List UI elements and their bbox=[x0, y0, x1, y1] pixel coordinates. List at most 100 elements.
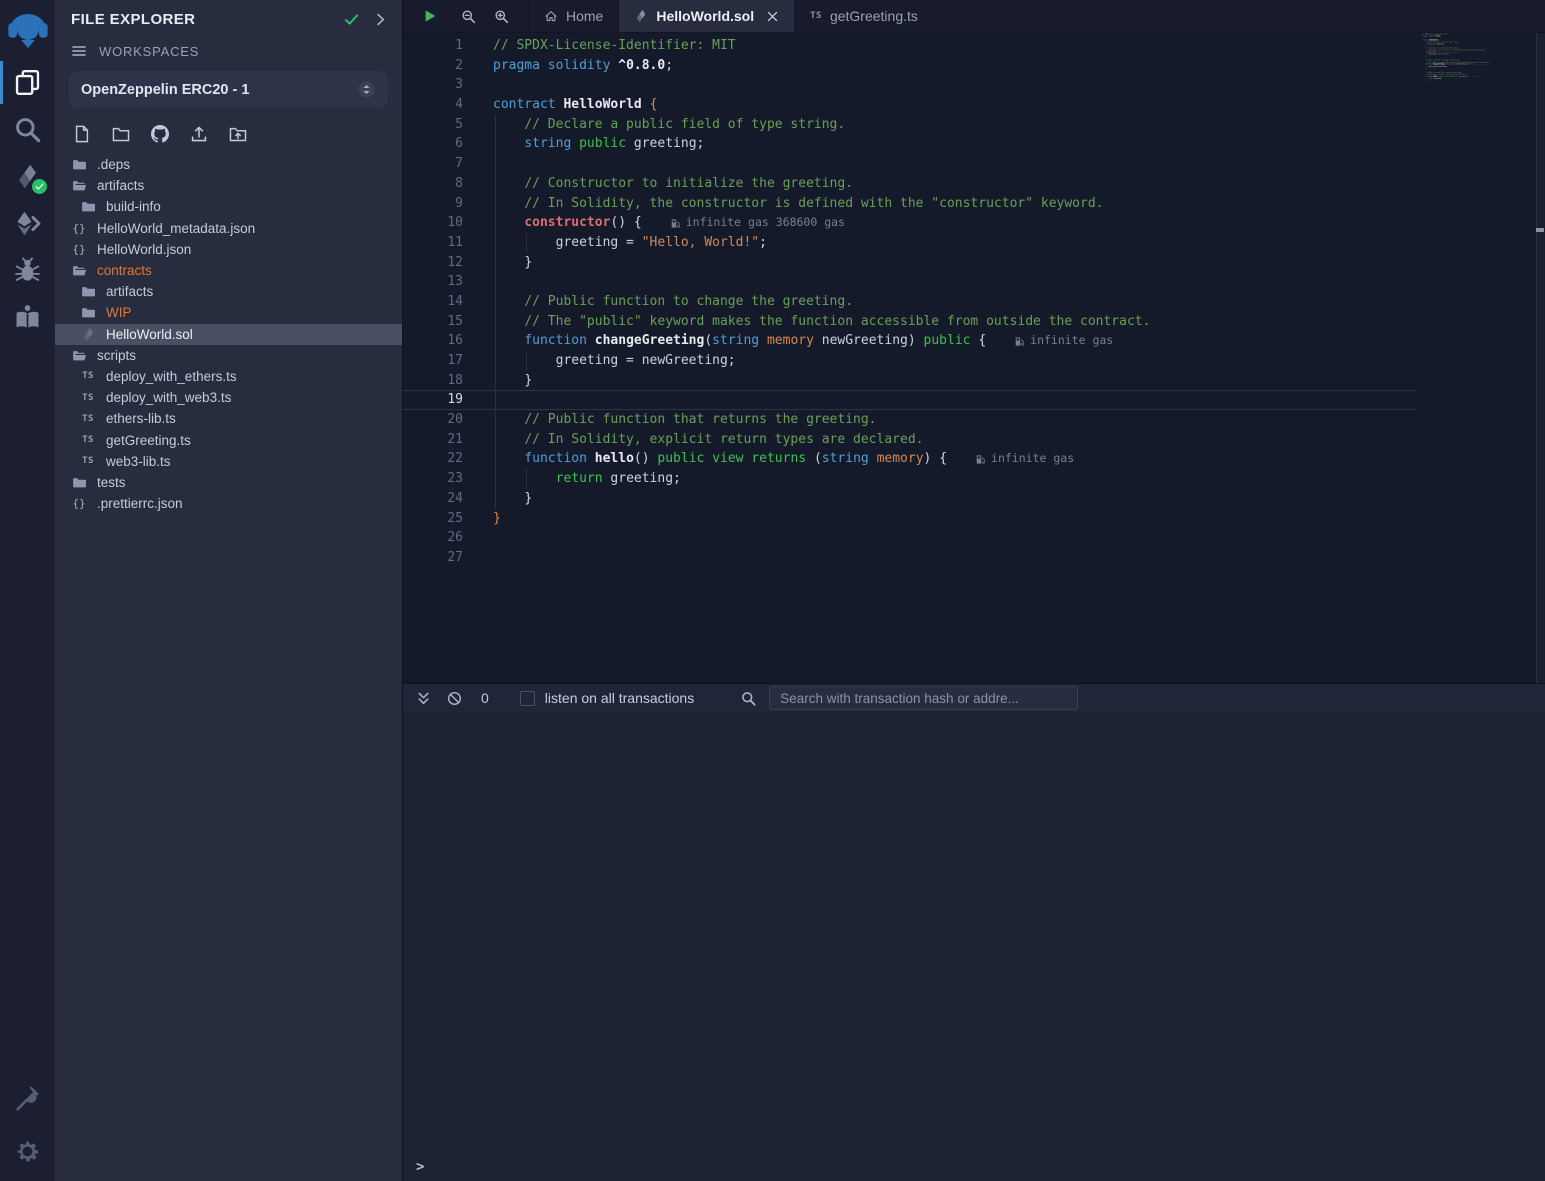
terminal-output[interactable]: > bbox=[403, 712, 1545, 1181]
token: ^0.8.0 bbox=[618, 56, 665, 76]
upload-file-icon[interactable] bbox=[190, 125, 208, 143]
code-text: function changeGreeting(string memory ne… bbox=[493, 331, 1113, 351]
expand-terminal-button[interactable] bbox=[416, 691, 431, 706]
folder-closed-icon bbox=[72, 475, 87, 490]
tab-getGreeting.ts[interactable]: TSgetGreeting.ts bbox=[795, 0, 934, 32]
activity-deploy-and-run[interactable] bbox=[0, 200, 55, 247]
close-tab-icon[interactable] bbox=[766, 10, 779, 23]
token bbox=[493, 213, 524, 233]
indent-guide bbox=[495, 351, 496, 371]
run-script-button[interactable] bbox=[413, 0, 446, 33]
file-explorer-icon bbox=[14, 69, 41, 96]
github-icon[interactable] bbox=[151, 125, 169, 143]
code-line: 26 bbox=[403, 528, 1415, 548]
activity-search[interactable] bbox=[0, 106, 55, 153]
code-editor[interactable]: 1// SPDX-License-Identifier: MIT2pragma … bbox=[403, 33, 1545, 683]
indent-guide bbox=[526, 233, 527, 253]
workspaces-label: WORKSPACES bbox=[99, 44, 199, 59]
ts-icon: TS bbox=[80, 433, 96, 448]
tab-label: HelloWorld.sol bbox=[656, 8, 754, 24]
tree-item-HelloWorld_metadata.json[interactable]: {}HelloWorld_metadata.json bbox=[55, 218, 402, 239]
terminal-search-icon bbox=[741, 691, 756, 706]
new-folder-icon[interactable] bbox=[112, 125, 130, 143]
tree-item-HelloWorld.sol[interactable]: HelloWorld.sol bbox=[55, 324, 402, 345]
tree-item-scripts[interactable]: scripts bbox=[55, 345, 402, 366]
code-line: 22 function hello() public view returns … bbox=[403, 449, 1415, 469]
code-line: 17 greeting = newGreeting; bbox=[403, 351, 1415, 371]
indent-guide bbox=[495, 292, 496, 312]
tree-item-contracts[interactable]: contracts bbox=[55, 260, 402, 281]
folder-closed-icon bbox=[81, 199, 96, 214]
tree-item-deploy_with_web3.ts[interactable]: TSdeploy_with_web3.ts bbox=[55, 387, 402, 408]
accept-check-button[interactable] bbox=[344, 12, 359, 27]
listen-transactions-checkbox[interactable] bbox=[520, 691, 535, 706]
minimap[interactable]: 1// SPDX-License-Identifier: MIT2pragma … bbox=[1422, 33, 1534, 673]
tree-item-.deps[interactable]: .deps bbox=[55, 154, 402, 175]
debugger-icon bbox=[14, 257, 41, 284]
token bbox=[587, 449, 595, 469]
close-icon bbox=[766, 10, 779, 23]
line-number: 9 bbox=[403, 194, 463, 214]
activity-file-explorer[interactable] bbox=[0, 59, 55, 106]
token: // The "public" keyword makes the functi… bbox=[524, 312, 1150, 332]
token: ( bbox=[806, 449, 822, 469]
scrollbar-handle[interactable] bbox=[1536, 228, 1544, 232]
token: } bbox=[524, 253, 532, 273]
token: string bbox=[822, 449, 869, 469]
zoom-out-button[interactable] bbox=[452, 0, 485, 33]
badge-check-icon bbox=[35, 182, 44, 191]
code-line: 25} bbox=[403, 509, 1415, 529]
activity-settings[interactable] bbox=[0, 1128, 55, 1175]
tab-Home[interactable]: Home bbox=[528, 0, 619, 32]
tree-item-getGreeting.ts[interactable]: TSgetGreeting.ts bbox=[55, 429, 402, 450]
activity-solidity-compiler[interactable] bbox=[0, 153, 55, 200]
line-number: 13 bbox=[403, 272, 463, 292]
tree-item-artifacts[interactable]: artifacts bbox=[55, 175, 402, 196]
terminal-search-input[interactable] bbox=[769, 686, 1078, 710]
activity-learneth[interactable] bbox=[0, 294, 55, 341]
gas-text: infinite gas bbox=[991, 449, 1074, 469]
tree-item-WIP[interactable]: WIP bbox=[55, 302, 402, 323]
learneth-icon bbox=[14, 304, 41, 331]
line-number: 21 bbox=[403, 430, 463, 450]
token: return bbox=[556, 469, 603, 489]
hamburger-menu-icon[interactable] bbox=[71, 43, 87, 59]
tree-item-label: web3-lib.ts bbox=[106, 454, 171, 469]
tab-HelloWorld.sol[interactable]: HelloWorld.sol bbox=[619, 0, 795, 32]
remix-logo-icon[interactable] bbox=[0, 0, 55, 55]
indent-guide bbox=[495, 134, 496, 154]
compiled-ok-badge bbox=[32, 179, 47, 194]
tree-item-build-info[interactable]: build-info bbox=[55, 196, 402, 217]
tree-item-artifacts[interactable]: artifacts bbox=[55, 281, 402, 302]
tree-item-web3-lib.ts[interactable]: TSweb3-lib.ts bbox=[55, 451, 402, 472]
indent-guide bbox=[495, 194, 496, 214]
tree-item-ethers-lib.ts[interactable]: TSethers-lib.ts bbox=[55, 408, 402, 429]
home-icon bbox=[544, 9, 558, 23]
folder-closed-icon bbox=[72, 157, 87, 172]
tree-item-label: deploy_with_web3.ts bbox=[106, 390, 231, 405]
upload-folder-icon[interactable] bbox=[229, 125, 247, 143]
indent-guide bbox=[495, 312, 496, 332]
token: string bbox=[712, 331, 759, 351]
token bbox=[493, 134, 524, 154]
line-number: 22 bbox=[403, 449, 463, 469]
tree-item-deploy_with_ethers.ts[interactable]: TSdeploy_with_ethers.ts bbox=[55, 366, 402, 387]
tree-item-label: ethers-lib.ts bbox=[106, 411, 176, 426]
collapse-panel-button[interactable] bbox=[373, 12, 388, 27]
line-number: 19 bbox=[403, 390, 463, 410]
code-line: 23 return greeting; bbox=[403, 469, 1415, 489]
code-line: 27 bbox=[403, 548, 1415, 568]
token: // SPDX-License-Identifier: MIT bbox=[493, 36, 736, 56]
activity-plugin-manager[interactable] bbox=[0, 1075, 55, 1122]
activity-debugger[interactable] bbox=[0, 247, 55, 294]
tree-item-.prettierrc.json[interactable]: {}.prettierrc.json bbox=[55, 493, 402, 514]
tree-item-HelloWorld.json[interactable]: {}HelloWorld.json bbox=[55, 239, 402, 260]
solidity-icon bbox=[80, 327, 96, 342]
tree-item-tests[interactable]: tests bbox=[55, 472, 402, 493]
clear-console-button[interactable] bbox=[447, 691, 462, 706]
typescript-icon: TS bbox=[810, 11, 822, 21]
new-file-icon[interactable] bbox=[73, 125, 91, 143]
indent-guide bbox=[495, 430, 496, 450]
zoom-in-button[interactable] bbox=[485, 0, 518, 33]
workspace-select[interactable]: OpenZeppelin ERC20 - 1 bbox=[69, 71, 388, 108]
